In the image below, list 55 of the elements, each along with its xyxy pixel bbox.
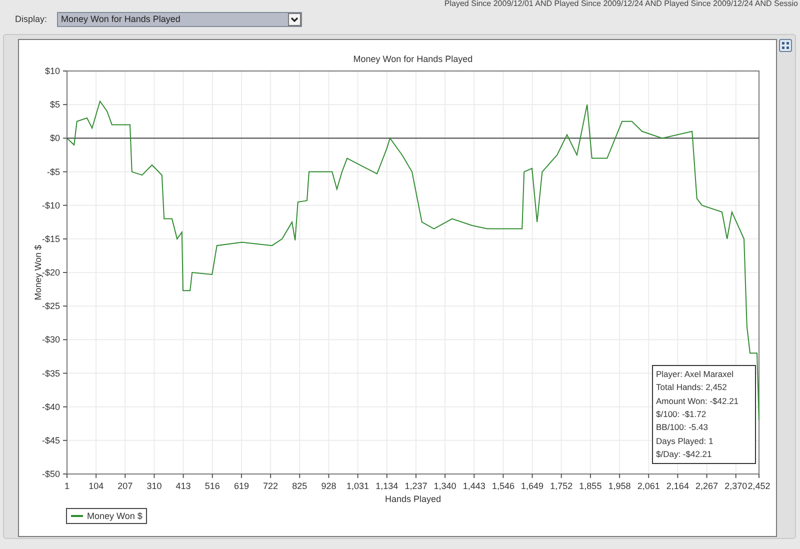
y-tick-label: -$50 [42, 469, 60, 479]
x-tick-label: 2,164 [666, 481, 689, 491]
x-tick-label: 310 [146, 481, 162, 491]
x-tick-label: 2,452 [748, 481, 770, 491]
x-tick-label: 2,370 [724, 481, 748, 491]
x-tick-label: 1,340 [434, 481, 456, 491]
x-tick-label: 1,237 [404, 481, 428, 491]
y-tick-label: -$40 [42, 402, 60, 412]
x-tick-label: 207 [118, 481, 133, 491]
x-tick-label: 104 [88, 481, 104, 491]
stat-line: Total Hands: 2,452 [656, 382, 728, 394]
stat-line: Days Played: 1 [656, 436, 714, 447]
y-tick-label: -$10 [42, 200, 60, 210]
x-tick-label: 516 [204, 481, 220, 491]
y-tick-label: $5 [50, 100, 60, 110]
y-tick-label: -$30 [42, 334, 60, 345]
x-tick-label: 1,752 [550, 481, 573, 491]
caret-icon [288, 12, 302, 26]
x-tick-label: 1,443 [462, 481, 486, 491]
stat-line: $/100: -$1.72 [656, 408, 708, 420]
x-tick-label: 413 [176, 481, 191, 491]
x-axis-title: Hands Played [384, 494, 442, 504]
filter-summary: Played Since 2009/12/01 AND Played Since 2009/12/24 AND Played Since 2009/12/24 AND Sessio [443, 0, 799, 8]
stat-line: Amount Won: -$42.21 [656, 396, 740, 407]
legend-label: Money Won $ [87, 511, 142, 521]
x-tick-label: 928 [321, 481, 336, 491]
y-tick-label: -$45 [42, 435, 60, 446]
x-tick-label: 722 [263, 481, 278, 491]
display-dropdown[interactable]: Money Won for Hands Played [57, 12, 302, 26]
y-tick-label: $10 [44, 66, 60, 76]
x-tick-label: 1,649 [521, 481, 544, 491]
y-tick-label: -$15 [42, 234, 60, 244]
x-tick-label: 619 [234, 481, 249, 491]
y-tick-label: -$5 [46, 166, 60, 177]
x-tick-label: 1,134 [376, 481, 398, 491]
x-tick-label: 2,061 [637, 481, 660, 491]
stat-line: BB/100: -5.43 [656, 422, 709, 434]
expand-icon[interactable] [779, 39, 792, 52]
x-tick-label: 825 [292, 481, 308, 491]
chart-title: Money Won for Hands Played [353, 54, 473, 64]
y-tick-label: -$25 [42, 301, 60, 312]
legend-line-icon [71, 515, 83, 517]
x-tick-label: 1,855 [579, 481, 602, 491]
y-tick-label: -$35 [42, 368, 60, 378]
x-tick-label: 1,958 [608, 481, 631, 491]
display-label: Display: [15, 14, 48, 24]
y-axis-title: Money Won $ [33, 244, 43, 300]
x-tick-label: 1,546 [492, 481, 514, 491]
x-tick-label: 1,031 [346, 481, 370, 491]
x-tick-label: 2,267 [696, 481, 718, 491]
y-tick-label: $0 [50, 133, 60, 144]
stat-line: Player: Axel Maraxel [656, 369, 734, 380]
stat-line: $/Day: -$42.21 [656, 448, 713, 460]
y-tick-label: -$20 [42, 268, 60, 278]
x-tick-label: 1 [64, 481, 70, 491]
